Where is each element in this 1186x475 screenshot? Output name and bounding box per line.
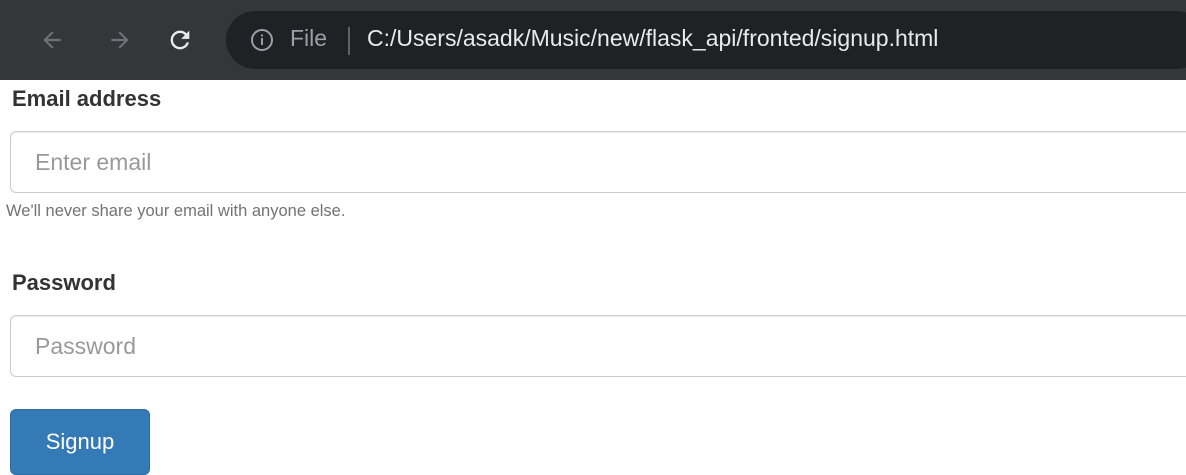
signup-button[interactable]: Signup [10,409,150,475]
address-divider [348,27,350,55]
email-help-text: We'll never share your email with anyone… [6,202,346,220]
arrow-right-icon [111,31,129,49]
forward-button[interactable] [102,22,138,58]
arrow-left-icon [43,31,61,49]
password-label: Password [12,270,116,295]
browser-toolbar: File C:/Users/asadk/Music/new/flask_api/… [0,0,1186,80]
url-text[interactable]: C:/Users/asadk/Music/new/flask_api/front… [367,25,938,52]
email-input[interactable] [10,131,1186,193]
reload-button[interactable] [162,22,198,58]
back-button[interactable] [34,22,70,58]
password-input[interactable] [10,315,1186,377]
email-label: Email address [12,86,162,111]
address-bar[interactable]: File C:/Users/asadk/Music/new/flask_api/… [226,11,1186,69]
info-icon[interactable] [250,28,274,52]
scheme-label: File [290,25,328,51]
reload-icon [170,30,190,50]
